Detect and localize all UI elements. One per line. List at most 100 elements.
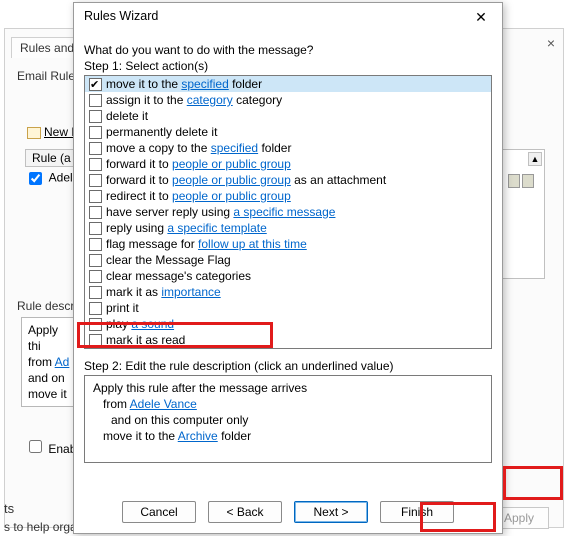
enable-checkbox[interactable] (29, 440, 42, 453)
action-label: print it (106, 300, 139, 316)
actions-listbox[interactable]: move it to the specified folderassign it… (84, 75, 492, 349)
finish-button[interactable]: Finish (380, 501, 454, 523)
close-button[interactable]: ✕ (466, 7, 496, 29)
desc-line: from Adele Vance (103, 396, 483, 412)
action-row[interactable]: mark it as read (85, 332, 491, 348)
action-checkbox[interactable] (89, 110, 102, 123)
action-label: stop processing more rules (106, 348, 250, 349)
action-row[interactable]: forward it to people or public group (85, 156, 491, 172)
action-label: clear the Message Flag (106, 252, 231, 268)
desc-link[interactable]: Ad (55, 355, 70, 369)
action-link[interactable]: people or public group (172, 157, 291, 171)
desc-line: Apply thi (28, 322, 70, 354)
action-checkbox[interactable] (89, 270, 102, 283)
action-icon (508, 174, 520, 188)
action-label: move it to the specified folder (106, 76, 262, 92)
bg-footer-text: s to help orga (4, 520, 77, 534)
back-button[interactable]: < Back (208, 501, 282, 523)
action-checkbox[interactable] (89, 142, 102, 155)
action-checkbox[interactable] (89, 206, 102, 219)
action-row[interactable]: print it (85, 300, 491, 316)
action-icon (522, 174, 534, 188)
action-label: reply using a specific template (106, 220, 267, 236)
step1-label: Step 1: Select action(s) (84, 59, 208, 73)
step2-label: Step 2: Edit the rule description (click… (84, 359, 394, 373)
action-row[interactable]: redirect it to people or public group (85, 188, 491, 204)
action-link[interactable]: category (187, 93, 233, 107)
action-checkbox[interactable] (89, 190, 102, 203)
rule-action-icons (508, 174, 534, 188)
desc-move-link[interactable]: Archive (178, 429, 218, 443)
action-checkbox[interactable] (89, 254, 102, 267)
action-checkbox[interactable] (89, 222, 102, 235)
action-label: mark it as importance (106, 284, 221, 300)
action-link[interactable]: a specific message (233, 205, 335, 219)
action-row[interactable]: clear the Message Flag (85, 252, 491, 268)
rule-row[interactable]: Adele (25, 169, 79, 188)
desc-line: from Ad (28, 354, 70, 370)
rule-description-editor[interactable]: Apply this rule after the message arrive… (84, 375, 492, 463)
action-checkbox[interactable] (89, 318, 102, 331)
action-link[interactable]: a specific template (167, 221, 266, 235)
action-checkbox[interactable] (89, 158, 102, 171)
action-row[interactable]: clear message's categories (85, 268, 491, 284)
action-row[interactable]: move it to the specified folder (85, 76, 491, 92)
action-label: delete it (106, 108, 148, 124)
action-row[interactable]: flag message for follow up at this time (85, 236, 491, 252)
action-row[interactable]: move a copy to the specified folder (85, 140, 491, 156)
action-row[interactable]: forward it to people or public group as … (85, 172, 491, 188)
rules-list-header: Rule (a (25, 149, 78, 167)
wizard-button-row: Cancel < Back Next > Finish (74, 501, 502, 523)
rule-actions-preview-box: ▲ (499, 149, 545, 279)
wizard-question: What do you want to do with the message? (84, 43, 313, 57)
bg-text-fragment: ts (4, 501, 14, 516)
action-checkbox[interactable] (89, 286, 102, 299)
rule-enabled-checkbox[interactable] (29, 172, 42, 185)
action-link[interactable]: specified (181, 77, 228, 91)
action-link[interactable]: importance (161, 285, 220, 299)
rule-description-box: Apply thi from Ad and on move it t and s… (21, 317, 77, 407)
action-row[interactable]: reply using a specific template (85, 220, 491, 236)
cancel-button[interactable]: Cancel (122, 501, 196, 523)
action-label: permanently delete it (106, 124, 217, 140)
action-label: flag message for follow up at this time (106, 236, 307, 252)
scroll-up-icon[interactable]: ▲ (528, 152, 542, 166)
action-label: play a sound (106, 316, 174, 332)
action-link[interactable]: people or public group (172, 189, 291, 203)
action-row[interactable]: delete it (85, 108, 491, 124)
action-label: have server reply using a specific messa… (106, 204, 335, 220)
close-icon[interactable]: × (547, 35, 555, 51)
action-checkbox[interactable] (89, 174, 102, 187)
action-label: redirect it to people or public group (106, 188, 291, 204)
action-checkbox[interactable] (89, 78, 102, 91)
action-row[interactable]: assign it to the category category (85, 92, 491, 108)
action-label: assign it to the category category (106, 92, 282, 108)
desc-line: and on (28, 370, 70, 386)
action-label: move a copy to the specified folder (106, 140, 291, 156)
action-label: forward it to people or public group as … (106, 172, 386, 188)
desc-from-link[interactable]: Adele Vance (130, 397, 197, 411)
action-row[interactable]: stop processing more rules (85, 348, 491, 349)
action-row[interactable]: have server reply using a specific messa… (85, 204, 491, 220)
action-checkbox[interactable] (89, 126, 102, 139)
desc-line: Apply this rule after the message arrive… (93, 380, 483, 396)
action-checkbox[interactable] (89, 334, 102, 347)
action-checkbox[interactable] (89, 94, 102, 107)
desc-line: and on this computer only (111, 412, 483, 428)
action-link[interactable]: specified (211, 141, 258, 155)
action-link[interactable]: a sound (131, 317, 174, 331)
action-row[interactable]: play a sound (85, 316, 491, 332)
action-checkbox[interactable] (89, 238, 102, 251)
action-link[interactable]: people or public group (172, 173, 291, 187)
action-row[interactable]: permanently delete it (85, 124, 491, 140)
action-link[interactable]: follow up at this time (198, 237, 307, 251)
action-row[interactable]: mark it as importance (85, 284, 491, 300)
desc-line: move it t (28, 386, 70, 407)
new-rule-icon (27, 127, 41, 139)
action-checkbox[interactable] (89, 302, 102, 315)
action-label: mark it as read (106, 332, 185, 348)
next-button[interactable]: Next > (294, 501, 368, 523)
section-email-rules-label: Email Rules (17, 69, 81, 83)
action-label: clear message's categories (106, 268, 251, 284)
desc-line: move it to the Archive folder (103, 428, 483, 444)
